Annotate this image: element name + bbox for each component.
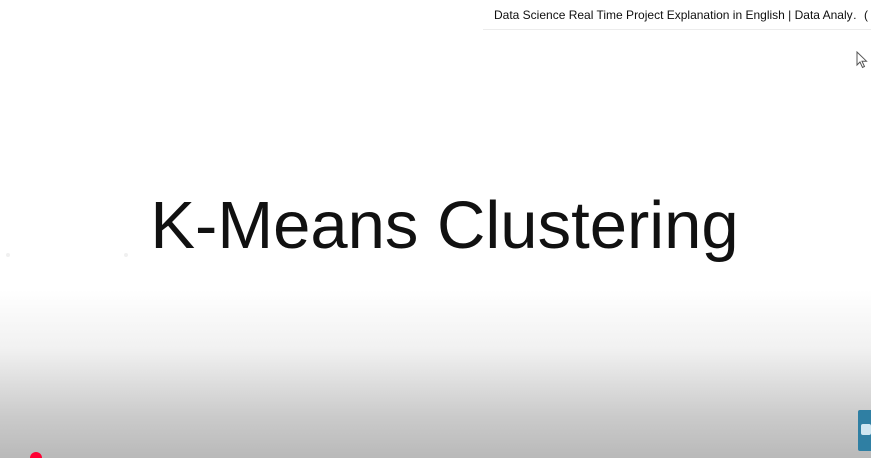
decorative-dot — [124, 253, 128, 257]
thumbnail-icon[interactable] — [858, 410, 871, 451]
player-bottom-gradient — [0, 290, 871, 458]
progress-scrubber-icon[interactable] — [30, 452, 42, 458]
decorative-dot — [6, 253, 10, 257]
suggested-video-link[interactable]: Data Science Real Time Project Explanati… — [483, 0, 871, 30]
video-player[interactable]: K-Means Clustering Data Science Real Tim… — [0, 0, 871, 458]
mouse-pointer-icon — [856, 51, 868, 69]
suggested-video-title[interactable]: Data Science Real Time Project Explanati… — [494, 8, 856, 22]
thumbnail-inner — [861, 424, 871, 435]
slide-title: K-Means Clustering — [150, 188, 739, 263]
suggested-video-extra: ( — [864, 7, 868, 22]
